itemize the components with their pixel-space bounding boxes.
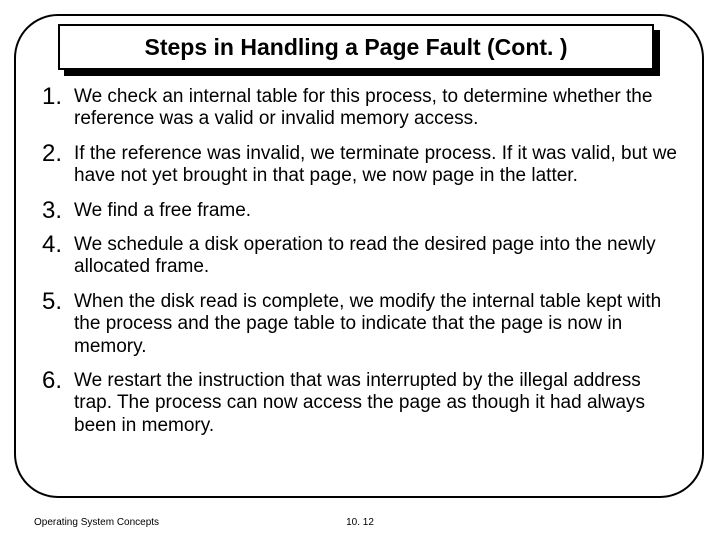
list-item: We schedule a disk operation to read the… [42,234,682,279]
slide-title: Steps in Handling a Page Fault (Cont. ) [145,34,568,61]
slide-body: We check an internal table for this proc… [42,86,682,449]
list-item: We check an internal table for this proc… [42,86,682,131]
title-box: Steps in Handling a Page Fault (Cont. ) [58,24,654,70]
list-item: When the disk read is complete, we modif… [42,291,682,358]
list-item: We find a free frame. [42,200,682,222]
list-item: We restart the instruction that was inte… [42,370,682,437]
list-item: If the reference was invalid, we termina… [42,143,682,188]
footer-center: 10. 12 [0,517,720,528]
steps-list: We check an internal table for this proc… [42,86,682,437]
